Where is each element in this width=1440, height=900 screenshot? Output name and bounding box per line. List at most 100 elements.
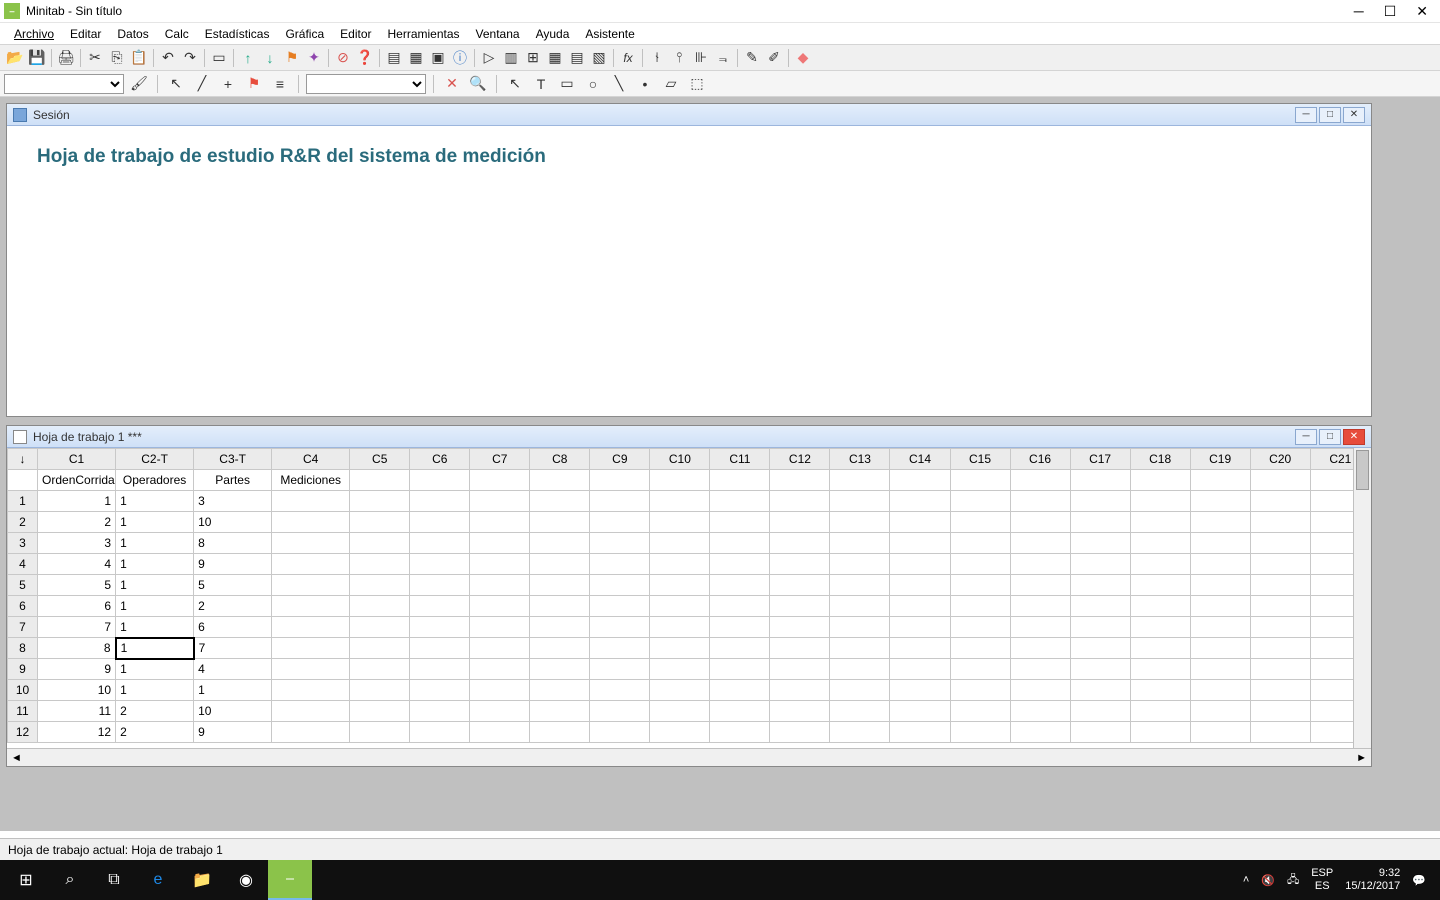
cell[interactable] [410,491,470,512]
cell[interactable] [770,512,830,533]
cell[interactable]: 2 [116,722,194,743]
chart2-icon[interactable]: ⫯ [668,47,690,69]
cell[interactable] [650,554,710,575]
tray-network-icon[interactable]: 🖧 [1287,871,1299,890]
cell[interactable]: 4 [194,659,272,680]
delete-icon[interactable]: ✕ [441,73,463,95]
cell[interactable] [530,617,590,638]
redo-icon[interactable]: ↷ [179,47,201,69]
column-header[interactable]: C8 [530,449,590,470]
cell[interactable] [470,680,530,701]
cell[interactable] [590,638,650,659]
cell[interactable] [272,701,350,722]
cell[interactable] [1190,596,1250,617]
column-name[interactable] [1250,470,1310,491]
help-icon[interactable]: ❓ [354,47,376,69]
cell[interactable] [710,638,770,659]
cell[interactable] [770,638,830,659]
brush-icon[interactable]: 🖌 [128,73,150,95]
cell[interactable] [950,512,1010,533]
more-icon[interactable]: ≡ [269,73,291,95]
corner-cell[interactable]: ↓ [8,449,38,470]
cell[interactable] [590,512,650,533]
cell[interactable] [530,638,590,659]
session-close[interactable]: ✕ [1343,107,1365,123]
cell[interactable] [1190,722,1250,743]
dot-tool-icon[interactable]: • [634,73,656,95]
cell[interactable] [1130,722,1190,743]
info-icon[interactable]: ⓘ [449,47,471,69]
cell[interactable]: 2 [116,701,194,722]
cell[interactable]: 3 [38,533,116,554]
cell[interactable] [710,491,770,512]
cell[interactable] [770,575,830,596]
cell[interactable]: 5 [38,575,116,596]
arrow-down-icon[interactable]: ↓ [259,47,281,69]
cell[interactable] [1070,680,1130,701]
pointer-icon[interactable]: ↖ [165,73,187,95]
row-header[interactable]: 11 [8,701,38,722]
cell[interactable] [1130,533,1190,554]
cell[interactable] [1250,701,1310,722]
cell[interactable] [890,722,950,743]
column-header[interactable]: C12 [770,449,830,470]
cell[interactable] [530,680,590,701]
cell[interactable] [950,491,1010,512]
cell[interactable] [470,617,530,638]
cell[interactable] [890,638,950,659]
worksheet-maximize[interactable]: □ [1319,429,1341,445]
cell[interactable] [1070,659,1130,680]
cell[interactable]: 1 [194,680,272,701]
cell[interactable] [530,701,590,722]
worksheet-titlebar[interactable]: Hoja de trabajo 1 *** ─ □ ✕ [7,426,1371,448]
chart1-icon[interactable]: ⫮ [646,47,668,69]
row-header[interactable]: 5 [8,575,38,596]
column-header[interactable]: C13 [830,449,890,470]
cell[interactable] [710,596,770,617]
cell[interactable]: 1 [116,659,194,680]
cell[interactable] [1010,680,1070,701]
cell[interactable] [770,617,830,638]
cell[interactable] [530,659,590,680]
cell[interactable] [470,512,530,533]
cell[interactable] [272,575,350,596]
cell[interactable]: 6 [38,596,116,617]
cell[interactable] [1070,722,1130,743]
cell[interactable] [272,533,350,554]
cell[interactable] [530,491,590,512]
open-icon[interactable]: 📂 [4,47,26,69]
cell[interactable] [1190,491,1250,512]
text-tool-icon[interactable]: T [530,73,552,95]
cell[interactable] [1190,575,1250,596]
column-header[interactable]: C3-T [194,449,272,470]
cell[interactable] [1010,701,1070,722]
cell[interactable] [272,617,350,638]
line-tool-icon[interactable]: ╱ [191,73,213,95]
column-header[interactable]: C5 [350,449,410,470]
cell[interactable] [890,701,950,722]
column-header[interactable]: C17 [1070,449,1130,470]
cell[interactable]: 7 [38,617,116,638]
cell[interactable] [350,659,410,680]
cell[interactable]: 1 [116,596,194,617]
cell[interactable] [350,533,410,554]
line2-tool-icon[interactable]: ╲ [608,73,630,95]
session-minimize[interactable]: ─ [1295,107,1317,123]
cell[interactable] [890,533,950,554]
cell[interactable] [1070,533,1130,554]
cell[interactable] [1130,701,1190,722]
cell[interactable] [1130,554,1190,575]
cell[interactable] [1190,512,1250,533]
cell[interactable] [1010,659,1070,680]
cell[interactable]: 3 [194,491,272,512]
cell[interactable] [590,701,650,722]
column-header[interactable]: C4 [272,449,350,470]
edge-icon[interactable]: e [136,860,180,900]
cell[interactable] [890,575,950,596]
cell[interactable] [710,617,770,638]
cell[interactable] [272,554,350,575]
column-name[interactable] [830,470,890,491]
select-tool-icon[interactable]: ↖ [504,73,526,95]
cell[interactable] [770,554,830,575]
column-name[interactable] [1070,470,1130,491]
